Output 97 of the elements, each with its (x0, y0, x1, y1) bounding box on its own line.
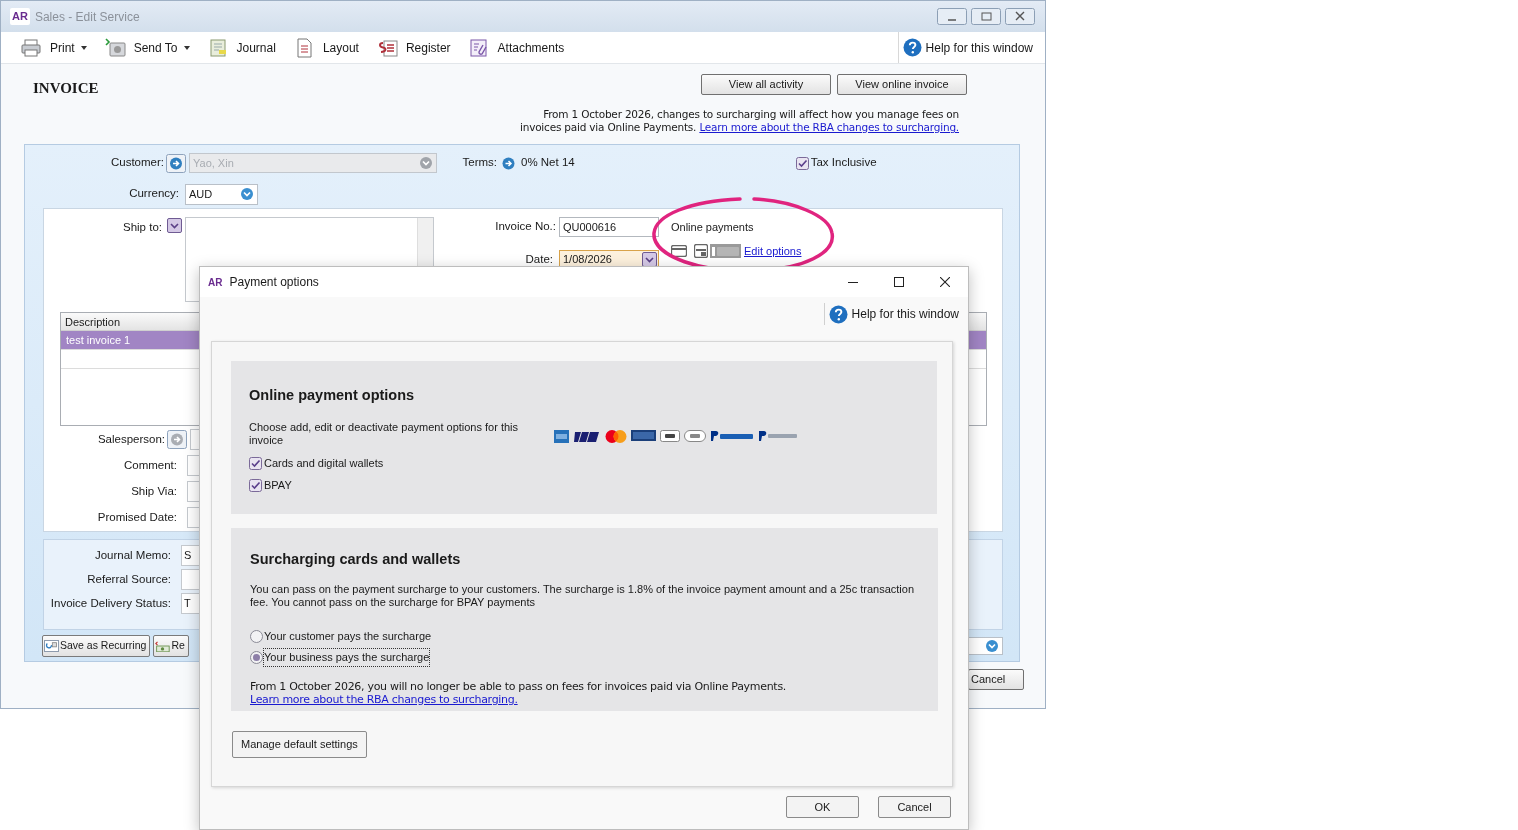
field-value: S (184, 548, 192, 564)
payment-logo-icon (684, 429, 706, 443)
help-button[interactable]: Help for this window (823, 303, 968, 325)
checkbox-label: Cards and digital wallets (264, 455, 384, 471)
notice-text: From 1 October 2026, you will no longer be able to pass on fees for invoices paid via Online Payments. (250, 679, 787, 693)
payment-logo-icon (660, 429, 680, 443)
dialog-button[interactable]: OK (786, 796, 859, 818)
section-title: Online payment options (249, 386, 416, 405)
app-logo-text: AR (208, 275, 223, 290)
field-value: T (184, 596, 191, 612)
action-button[interactable]: View online invoice (837, 74, 967, 95)
field-label: Customer: (109, 155, 165, 171)
minimize-button[interactable] (937, 8, 967, 25)
app-logo-text: AR (10, 8, 30, 25)
bpay-logo-icon (710, 243, 741, 258)
attach-icon (468, 37, 490, 58)
toolbar-button[interactable]: Send To (104, 37, 190, 58)
payment-logo-icon (710, 429, 754, 443)
toolbar-button[interactable]: Print (21, 37, 87, 58)
send-icon (104, 37, 126, 58)
radio-label: Your customer pays the surcharge (264, 628, 432, 644)
dropdown-icon (240, 187, 254, 201)
cancel-button[interactable]: Cancel (968, 669, 1024, 690)
register-icon (376, 37, 398, 58)
journal-icon (207, 37, 229, 58)
dropdown-icon (642, 252, 657, 267)
radio-label: Your business pays the surcharge (264, 649, 430, 666)
dialog-title: Payment options (229, 274, 319, 291)
arrow-icon (502, 156, 515, 170)
online-payments-label: Online payments (671, 220, 755, 235)
terms-value: 0% Net 14 (521, 155, 575, 171)
checkbox-label: BPAY (264, 478, 292, 494)
manage-settings-button[interactable]: Manage default settings (232, 731, 367, 758)
field-label: Promised Date: (96, 509, 178, 525)
notice-text: From 1 October 2026, changes to surcharging will affect how you manage fees on invoices paid via Online Payments. Learn more about the RBA changes to surcharging. (519, 108, 959, 134)
card-icon (671, 244, 687, 257)
reverse-icon (155, 640, 171, 652)
window-title: Sales - Edit Service (34, 8, 140, 26)
field-label: Ship to: (122, 220, 163, 235)
page-heading: INVOICE (33, 79, 99, 98)
column-header: Description (64, 315, 122, 330)
currency-field[interactable]: AUD (185, 183, 258, 205)
toolbar-button[interactable]: Layout (293, 37, 359, 58)
arrow-button-icon (167, 430, 187, 449)
field-value: 1/08/2026 (563, 252, 612, 268)
field-label: Ship Via: (130, 483, 178, 499)
help-button[interactable]: Help for this window (897, 32, 1045, 63)
section-text: You can pass on the payment surcharge to your customers. The surcharge is 1.8% of the invoice payment amount and a 25c transaction fee. You cannot pass on the surcharge for BPAY payments (250, 582, 916, 609)
table-cell-text: test invoice 1 (65, 333, 132, 348)
learn-more-link[interactable]: Learn more about the RBA changes to surcharging. (250, 692, 518, 706)
recurring-icon (44, 640, 59, 652)
help-icon (828, 304, 848, 324)
toolbar-button[interactable]: Register (376, 37, 451, 58)
payment-logo-icon (554, 429, 569, 443)
caret-icon (80, 45, 87, 50)
action-button[interactable]: Re (153, 635, 189, 657)
field-label: Terms: (461, 155, 498, 171)
checkbox-label: Tax Inclusive (810, 155, 877, 171)
field-label: Comment: (122, 457, 178, 473)
toolbar-button[interactable]: Attachments (468, 37, 565, 58)
maximize-icon (894, 277, 904, 287)
field-label: Invoice Delivery Status: (49, 595, 172, 611)
field-value: Yao, Xin (193, 155, 234, 171)
arrow-button-icon (166, 153, 186, 173)
field-label: Journal Memo: (93, 547, 172, 563)
checkbox[interactable] (249, 479, 262, 492)
close-icon (940, 277, 950, 287)
radio-button[interactable] (250, 651, 263, 664)
help-icon (902, 38, 922, 57)
field-label: Currency: (128, 186, 180, 202)
field-value: QU000616 (563, 219, 617, 235)
dropdown-icon (419, 156, 433, 170)
printer-icon (21, 37, 42, 58)
toolbar-button[interactable]: Journal (207, 37, 276, 58)
payment-logo-icon (631, 429, 656, 443)
field-label: Invoice No.: (494, 219, 557, 235)
invoice-number-field[interactable]: QU000616 (559, 217, 659, 237)
checkbox[interactable] (249, 456, 262, 470)
payment-logo-icon (573, 429, 601, 443)
payment-logo-icon (605, 429, 627, 443)
checkbox[interactable] (795, 156, 809, 170)
field-label: Salesperson: (96, 431, 166, 447)
close-button[interactable] (1005, 8, 1035, 25)
radio-button[interactable] (250, 629, 263, 643)
wallet-icon (694, 243, 708, 258)
field-value: AUD (189, 186, 213, 202)
section-title: Surcharging cards and wallets (250, 550, 462, 569)
payment-logo-icon (758, 429, 798, 443)
caret-icon (183, 45, 190, 50)
section-text: Choose add, edit or deactivate payment options for this invoice (249, 420, 520, 447)
learn-more-link[interactable]: Learn more about the RBA changes to surcharging. (699, 121, 959, 133)
action-button[interactable]: Save as Recurring (42, 635, 151, 657)
field-label: Date: (524, 251, 554, 267)
edit-options-link[interactable]: Edit options (744, 242, 802, 259)
dialog-button[interactable]: Cancel (878, 796, 951, 818)
field-label: Referral Source: (86, 571, 172, 587)
action-button[interactable]: View all activity (701, 74, 831, 95)
